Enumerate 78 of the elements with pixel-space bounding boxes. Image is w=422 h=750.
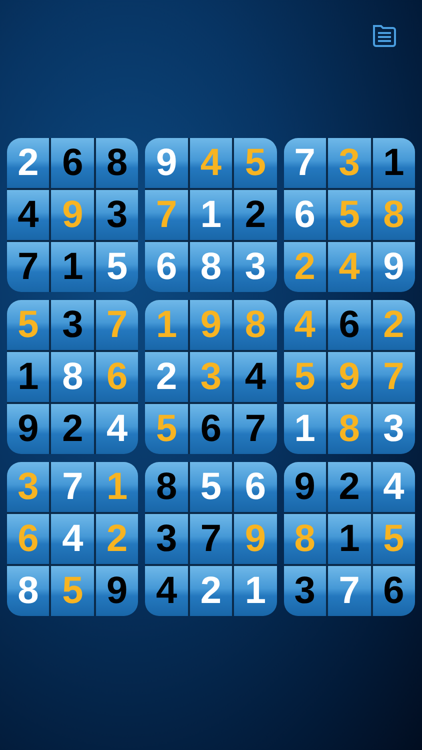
sudoku-cell[interactable]: 6	[284, 190, 326, 240]
sudoku-cell[interactable]: 9	[145, 138, 188, 188]
sudoku-cell[interactable]: 1	[328, 514, 371, 564]
sudoku-cell[interactable]: 7	[328, 566, 371, 616]
sudoku-cell[interactable]: 4	[234, 352, 277, 402]
sudoku-cell[interactable]: 8	[51, 352, 94, 402]
sudoku-cell[interactable]: 5	[328, 190, 371, 240]
sudoku-cell[interactable]: 8	[234, 300, 277, 350]
sudoku-cell[interactable]: 1	[51, 242, 94, 292]
sudoku-cell[interactable]: 2	[234, 190, 277, 240]
sudoku-cell[interactable]: 8	[372, 190, 415, 240]
sudoku-cell[interactable]: 2	[190, 566, 232, 616]
sudoku-cell[interactable]: 9	[96, 566, 138, 616]
sudoku-cell[interactable]: 1	[284, 404, 326, 454]
sudoku-cell[interactable]: 4	[328, 242, 371, 292]
sudoku-cell[interactable]: 6	[234, 462, 277, 512]
sudoku-cell[interactable]: 2	[96, 514, 138, 564]
sudoku-cell[interactable]: 6	[145, 242, 188, 292]
sudoku-cell[interactable]: 8	[328, 404, 371, 454]
sudoku-cell[interactable]: 4	[372, 462, 415, 512]
sudoku-cell[interactable]: 4	[51, 514, 94, 564]
sudoku-cell[interactable]: 2	[328, 462, 371, 512]
sudoku-cell[interactable]: 5	[96, 242, 138, 292]
sudoku-cell[interactable]: 9	[284, 462, 326, 512]
sudoku-cell[interactable]: 4	[145, 566, 188, 616]
sudoku-cell[interactable]: 5	[7, 300, 50, 350]
sudoku-cell[interactable]: 2	[372, 300, 415, 350]
sudoku-cell[interactable]: 4	[7, 190, 50, 240]
sudoku-cell[interactable]: 1	[7, 352, 50, 402]
sudoku-cell[interactable]: 6	[190, 404, 232, 454]
sudoku-cell[interactable]: 7	[51, 462, 94, 512]
sudoku-cell[interactable]: 2	[145, 352, 188, 402]
sudoku-cell[interactable]: 7	[234, 404, 277, 454]
sudoku-cell[interactable]: 3	[284, 566, 326, 616]
sudoku-cell[interactable]: 4	[284, 300, 326, 350]
sudoku-cell[interactable]: 3	[328, 138, 371, 188]
sudoku-cell[interactable]: 8	[96, 138, 138, 188]
sudoku-cell[interactable]: 5	[284, 352, 326, 402]
sudoku-cell[interactable]: 6	[7, 514, 50, 564]
sudoku-cell[interactable]: 5	[145, 404, 188, 454]
sudoku-cell[interactable]: 3	[190, 352, 232, 402]
sudoku-cell[interactable]: 3	[7, 462, 50, 512]
sudoku-cell[interactable]: 8	[7, 566, 50, 616]
sudoku-cell[interactable]: 8	[284, 514, 326, 564]
sudoku-cell[interactable]: 3	[51, 300, 94, 350]
sudoku-cell[interactable]: 1	[372, 138, 415, 188]
sudoku-cell[interactable]: 9	[51, 190, 94, 240]
sudoku-cell[interactable]: 9	[190, 300, 232, 350]
sudoku-cell[interactable]: 9	[7, 404, 50, 454]
sudoku-cell[interactable]: 6	[372, 566, 415, 616]
sudoku-cell[interactable]: 6	[96, 352, 138, 402]
sudoku-cell[interactable]: 4	[96, 404, 138, 454]
sudoku-cell[interactable]: 1	[145, 300, 188, 350]
sudoku-cell[interactable]: 7	[284, 138, 326, 188]
sudoku-cell[interactable]: 7	[7, 242, 50, 292]
sudoku-cell[interactable]: 1	[190, 190, 232, 240]
sudoku-cell[interactable]: 9	[234, 514, 277, 564]
sudoku-cell[interactable]: 2	[51, 404, 94, 454]
sudoku-cell[interactable]: 5	[234, 138, 277, 188]
sudoku-cell[interactable]: 8	[145, 462, 188, 512]
sudoku-cell[interactable]: 9	[328, 352, 371, 402]
sudoku-cell[interactable]: 2	[7, 138, 50, 188]
sudoku-cell[interactable]: 8	[190, 242, 232, 292]
sudoku-cell[interactable]: 3	[145, 514, 188, 564]
sudoku-cell[interactable]: 4	[190, 138, 232, 188]
sudoku-cell[interactable]: 3	[96, 190, 138, 240]
sudoku-cell[interactable]: 3	[372, 404, 415, 454]
sudoku-cell[interactable]: 9	[372, 242, 415, 292]
sudoku-cell[interactable]: 3	[234, 242, 277, 292]
sudoku-cell[interactable]: 6	[51, 138, 94, 188]
sudoku-cell[interactable]: 6	[328, 300, 371, 350]
sudoku-cell[interactable]: 7	[190, 514, 232, 564]
sudoku-cell[interactable]: 1	[96, 462, 138, 512]
sudoku-cell[interactable]: 5	[51, 566, 94, 616]
sudoku-cell[interactable]: 2	[284, 242, 326, 292]
sudoku-cell[interactable]: 5	[372, 514, 415, 564]
sudoku-cell[interactable]: 1	[234, 566, 277, 616]
sudoku-cell[interactable]: 5	[190, 462, 232, 512]
